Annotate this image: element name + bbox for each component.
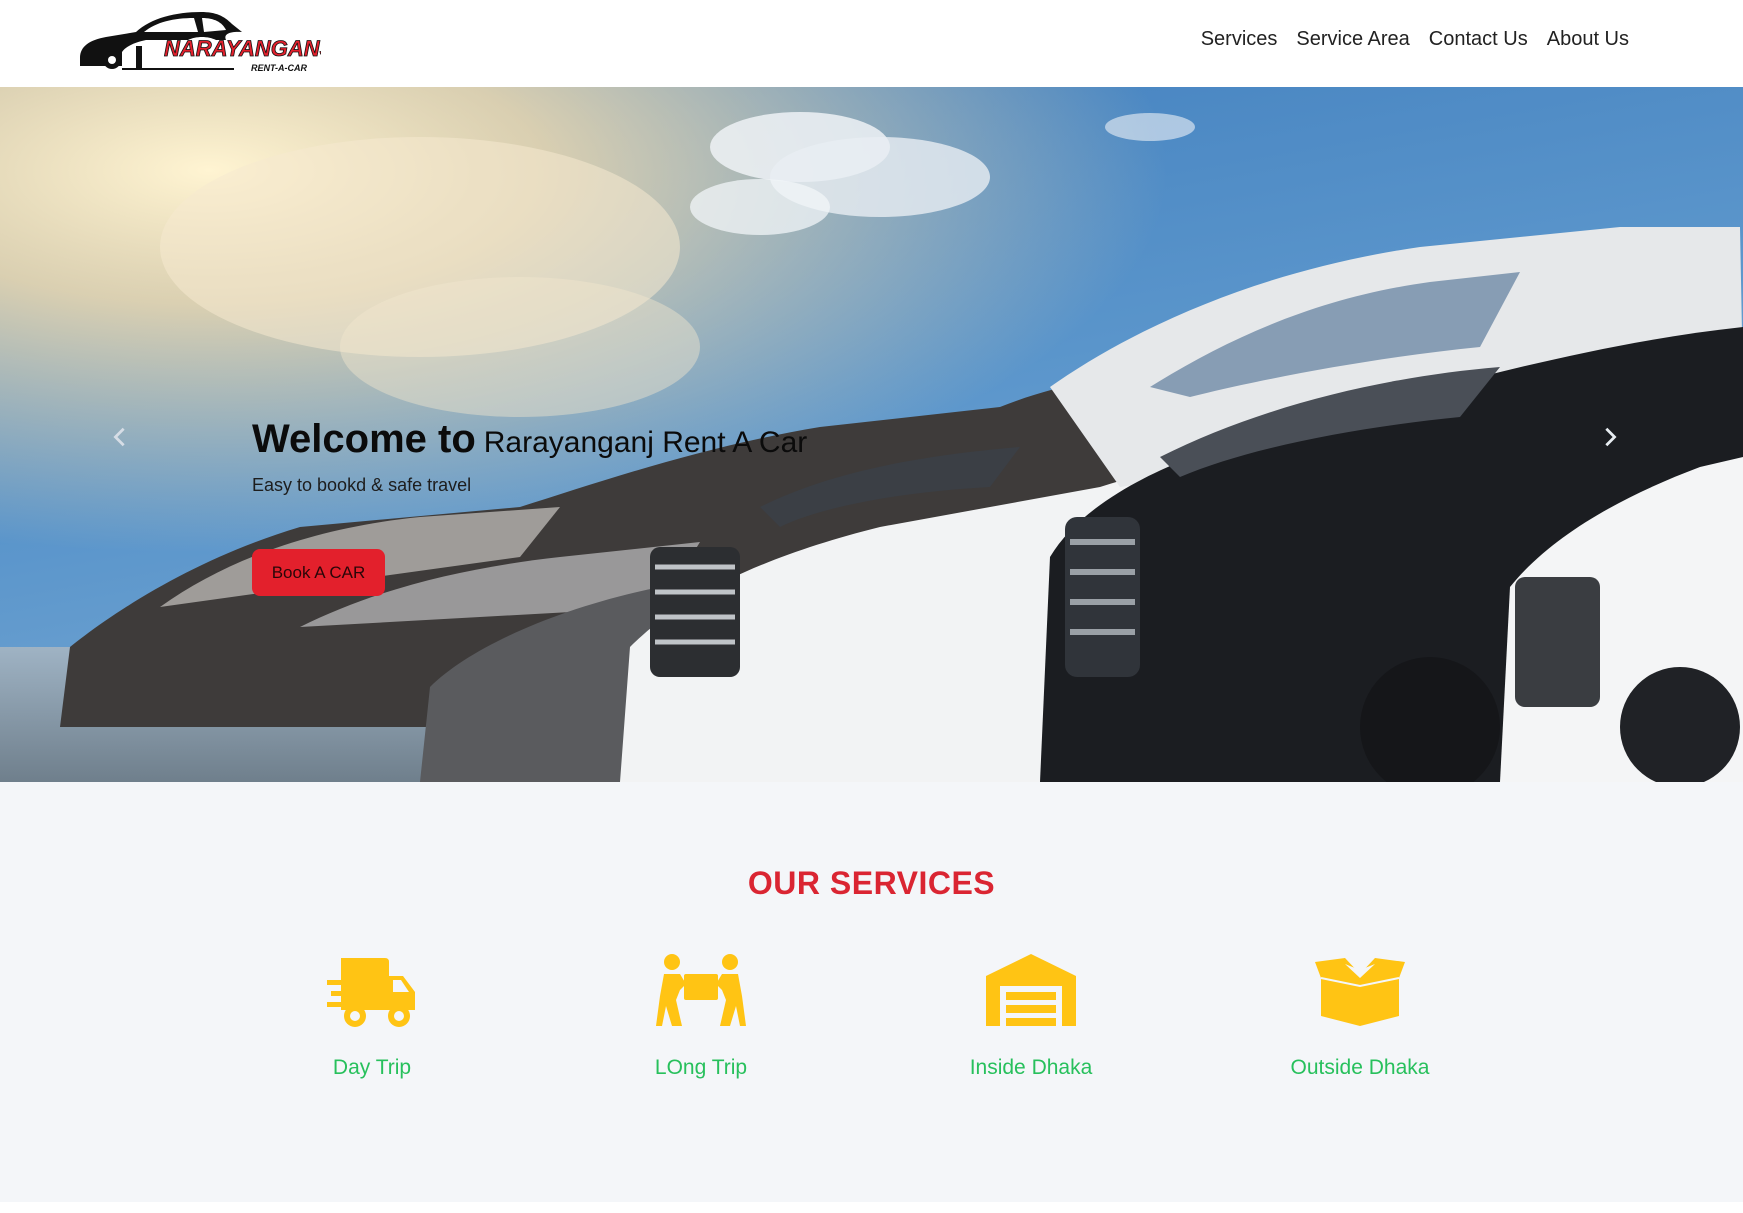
services-title: OUR SERVICES <box>747 865 996 901</box>
nav-link-service-area[interactable]: Service Area <box>1296 28 1409 51</box>
site-header: NARAYANGANJ RENT-A-CAR Services Service … <box>0 0 1743 87</box>
nav-link-services[interactable]: Services <box>1201 28 1278 51</box>
service-label: Outside Dhaka <box>1290 1056 1430 1079</box>
brand-logo-graphic: NARAYANGANJ RENT-A-CAR <box>80 12 321 73</box>
hero-carousel: Welcome to Rarayanganj Rent A Car Easy to… <box>0 87 1743 782</box>
service-label: LOng Trip <box>654 1056 748 1079</box>
hero-title-light: Rarayanganj Rent A Car <box>483 426 808 459</box>
nav-link-contact-us[interactable]: Contact Us <box>1429 28 1528 51</box>
warehouse-icon <box>986 954 1076 1028</box>
open-box-icon <box>1315 954 1405 1028</box>
service-inside-dhaka[interactable]: Inside Dhaka <box>931 954 1131 1080</box>
brand-tagline-text: RENT-A-CAR <box>251 63 307 73</box>
service-label: Inside Dhaka <box>969 1056 1093 1079</box>
page-bottom-strip <box>0 1202 1743 1213</box>
carousel-next-button[interactable] <box>1590 417 1630 457</box>
brand-name-text: NARAYANGANJ <box>164 36 321 61</box>
service-day-trip[interactable]: Day Trip <box>272 954 472 1080</box>
service-outside-dhaka[interactable]: Outside Dhaka <box>1260 954 1460 1080</box>
service-label: Day Trip <box>332 1056 412 1079</box>
people-carry-box-icon <box>656 954 746 1028</box>
nav-link-about-us[interactable]: About Us <box>1547 28 1629 51</box>
hero-subtitle: Easy to bookd & safe travel <box>252 475 472 495</box>
brand-logo[interactable]: NARAYANGANJ RENT-A-CAR <box>76 6 321 78</box>
hero-caption: Welcome to Rarayanganj Rent A Car Easy to… <box>252 417 807 496</box>
chevron-left-icon <box>113 427 125 447</box>
services-section: OUR SERVICES Day Trip LOng Trip Inside D… <box>0 782 1743 1202</box>
chevron-right-icon <box>1605 427 1617 447</box>
book-car-button[interactable]: Book A CAR <box>252 549 385 596</box>
carousel-prev-button[interactable] <box>100 417 140 457</box>
delivery-truck-icon <box>327 954 417 1028</box>
hero-title: Welcome to Rarayanganj Rent A Car <box>252 417 807 461</box>
main-nav: Services Service Area Contact Us About U… <box>1201 28 1629 51</box>
service-long-trip[interactable]: LOng Trip <box>601 954 801 1080</box>
hero-title-strong: Welcome to <box>252 417 476 461</box>
